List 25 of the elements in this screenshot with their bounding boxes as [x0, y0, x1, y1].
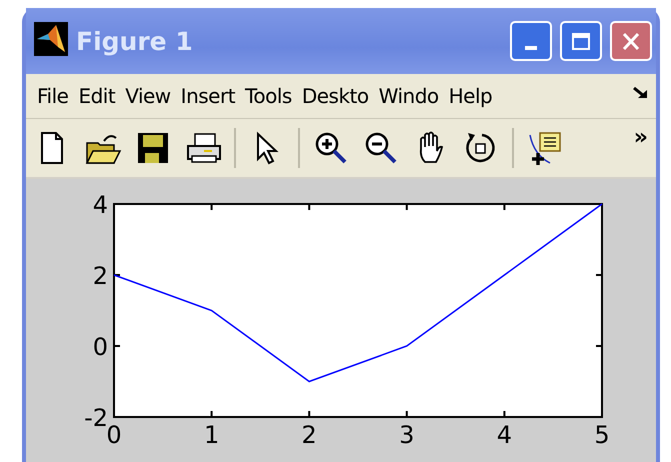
- menu-item[interactable]: Edit: [73, 84, 120, 108]
- menu-item[interactable]: File: [32, 84, 74, 108]
- x-tick-label: 2: [302, 421, 317, 449]
- y-tick-label: -2: [84, 404, 108, 432]
- window-title: Figure 1: [76, 26, 194, 56]
- menu-item[interactable]: Help: [444, 84, 498, 108]
- y-tick-label: 4: [92, 191, 108, 219]
- close-button[interactable]: [610, 21, 652, 61]
- menu-item[interactable]: Deskto: [296, 84, 374, 108]
- menu-item[interactable]: Tools: [240, 84, 297, 108]
- minimize-icon: [525, 46, 537, 50]
- x-tick-label: 1: [204, 421, 220, 449]
- x-tick-label: 5: [594, 421, 610, 449]
- x-tick-label: 4: [496, 421, 512, 449]
- menu-item[interactable]: Windo: [374, 84, 444, 108]
- minimize-button[interactable]: [510, 21, 552, 61]
- maximize-button[interactable]: [560, 21, 602, 61]
- maximize-icon: [569, 30, 593, 52]
- menu-item[interactable]: View: [120, 84, 176, 108]
- x-tick-label: 3: [399, 421, 414, 449]
- y-tick-label: 0: [92, 333, 108, 361]
- more-tools-button[interactable]: »: [634, 125, 648, 150]
- x-tick-label: 0: [106, 421, 122, 449]
- menu-item[interactable]: Insert: [176, 84, 240, 108]
- y-tick-label: 2: [92, 262, 108, 290]
